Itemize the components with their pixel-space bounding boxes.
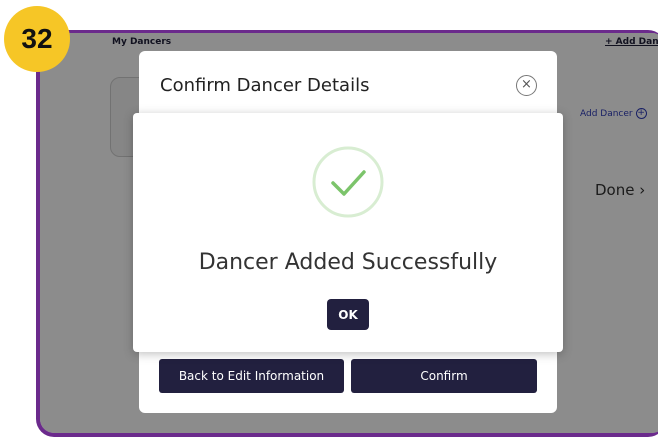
check-icon — [312, 146, 384, 218]
success-modal: Dancer Added Successfully OK — [133, 113, 563, 352]
app-screen: My Dancers + Add Danc Add Dancer + Done … — [40, 33, 658, 433]
ok-button[interactable]: OK — [327, 299, 369, 330]
success-message: Dancer Added Successfully — [198, 250, 498, 275]
step-badge: 32 — [4, 6, 70, 72]
